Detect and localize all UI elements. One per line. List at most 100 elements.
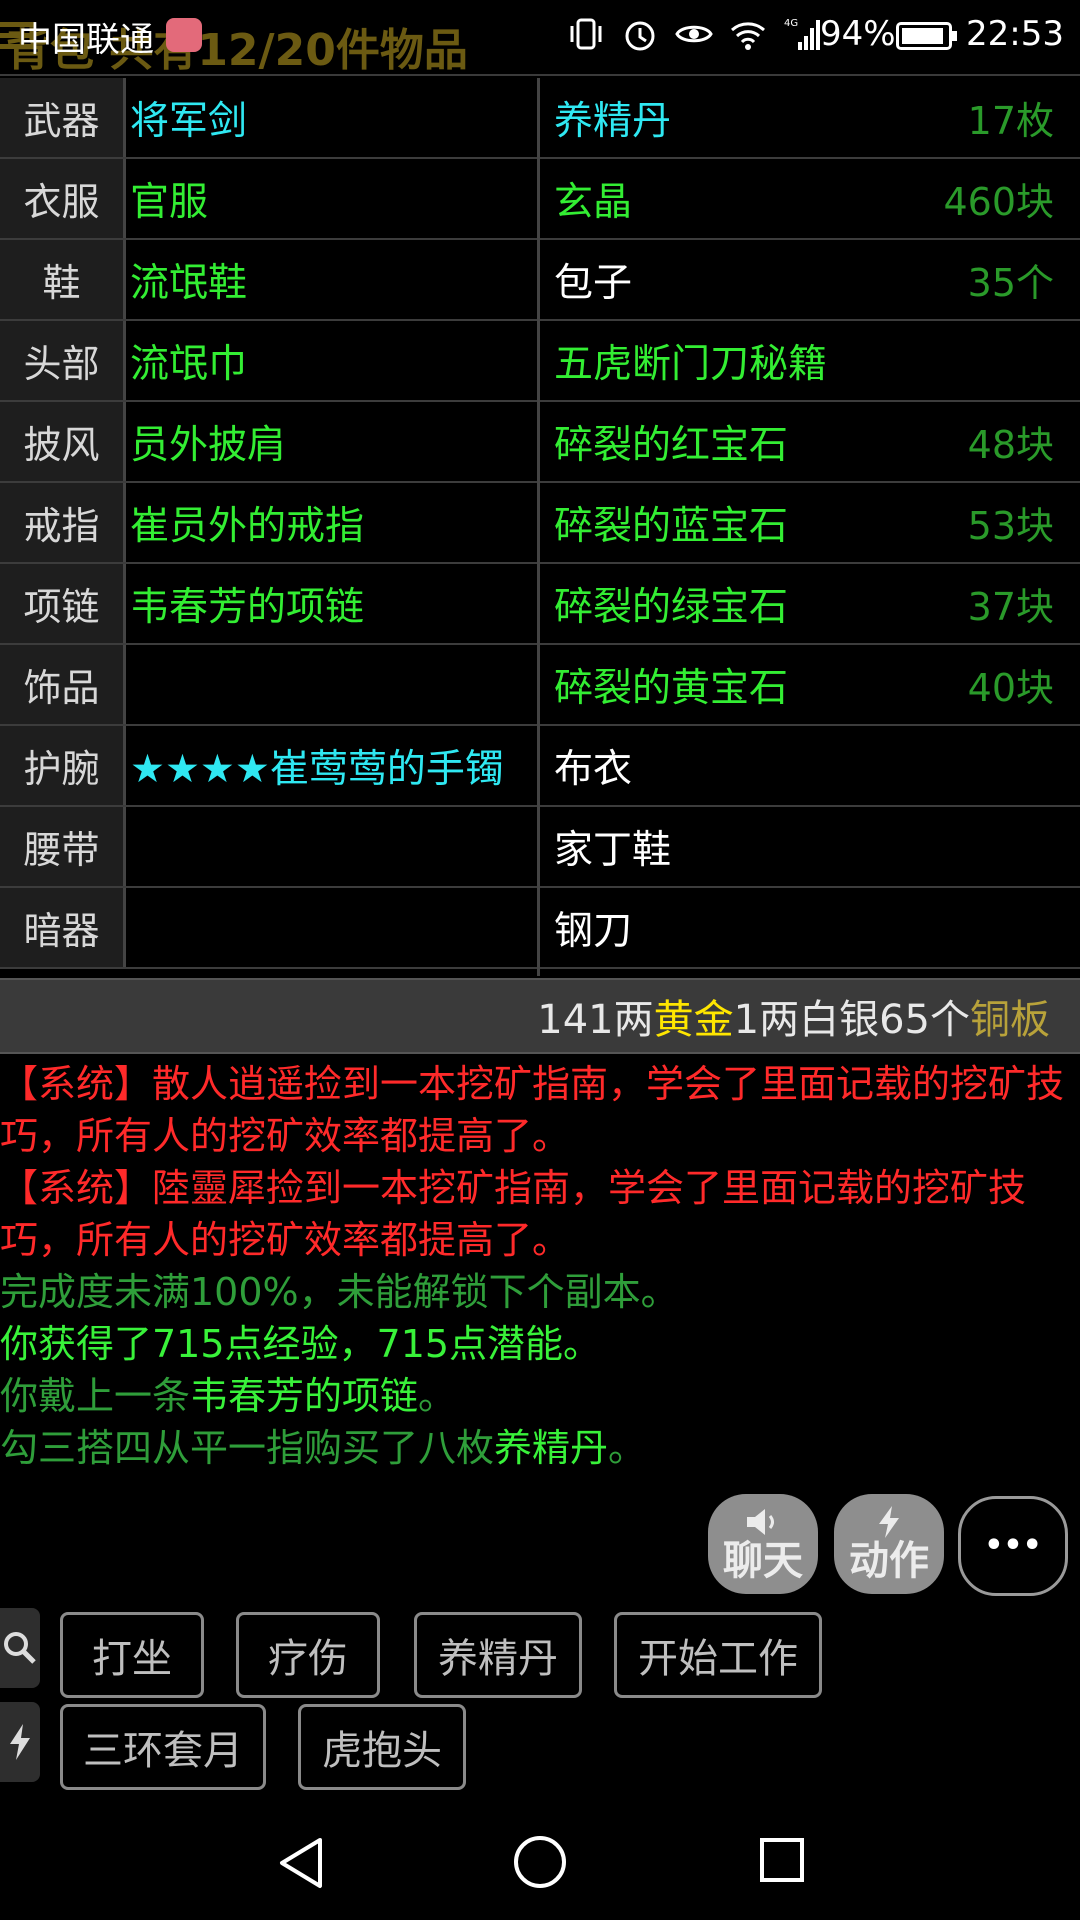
equipment-slot-label: 头部 — [0, 321, 126, 400]
equipment-row[interactable]: 武器 将军剑 — [0, 78, 538, 159]
gold-label: 黄金 — [653, 997, 734, 1043]
inventory-item-name: 碎裂的黄宝石 — [554, 665, 789, 711]
vibrate-icon — [570, 18, 602, 50]
more-button[interactable]: ••• — [958, 1496, 1068, 1596]
quick-button-skill-hubaotou[interactable]: 虎抱头 — [298, 1704, 466, 1790]
equipment-row[interactable]: 鞋流氓鞋 — [0, 240, 538, 321]
log-item-link[interactable]: 养精丹 — [494, 1426, 608, 1470]
equipment-item[interactable]: 员外披肩 — [126, 402, 538, 481]
inventory-item[interactable]: 包子 35个 — [540, 240, 1080, 321]
search-icon — [4, 1632, 36, 1664]
battery-fill — [902, 28, 944, 44]
inventory-item-name: 玄晶 — [554, 179, 633, 225]
equipment-item[interactable] — [126, 645, 538, 724]
equipment-row[interactable]: 项链 韦春芳的项链 — [0, 564, 538, 645]
status-icons: 4G — [566, 14, 822, 54]
equipment-item[interactable]: 流氓鞋 — [126, 240, 538, 319]
svg-text:4G: 4G — [784, 18, 798, 29]
inventory-item[interactable]: 家丁鞋 — [540, 807, 1080, 888]
search-tab[interactable] — [0, 1608, 40, 1688]
inventory-item-quantity: 35个 — [967, 261, 1054, 305]
inventory-item[interactable]: 碎裂的红宝石 48块 — [540, 402, 1080, 483]
equipment-item[interactable] — [126, 807, 538, 886]
equipment-item[interactable]: 韦春芳的项链 — [126, 564, 538, 643]
log-item-link[interactable]: 韦春芳的项链 — [190, 1374, 418, 1418]
message-log: 【系统】散人逍遥捡到一本挖矿指南，学会了里面记载的挖矿技巧，所有人的挖矿效率都提… — [0, 1058, 1080, 1474]
equipment-row[interactable]: 头部 流氓巾 — [0, 321, 538, 402]
equipment-item[interactable]: 崔员外的戒指 — [126, 483, 538, 562]
equipment-row[interactable]: 戒指 崔员外的戒指 — [0, 483, 538, 564]
inventory-item[interactable]: 养精丹 17枚 — [540, 78, 1080, 159]
copper-amount: 65个 — [879, 997, 970, 1043]
equipment-table: 武器 将军剑 衣服 官服鞋流氓鞋 头部 流氓巾 披风 员外披肩 戒指 崔员外的戒指 项链 韦春芳的项链… — [0, 78, 538, 969]
home-icon[interactable] — [514, 1836, 566, 1888]
inventory-item-quantity: 40块 — [967, 666, 1054, 710]
equipment-item[interactable]: 流氓巾 — [126, 321, 538, 400]
4g-signal-icon: 4G — [784, 18, 820, 50]
back-icon[interactable] — [276, 1836, 326, 1890]
equipment-slot-label: 衣服 — [0, 159, 126, 238]
app-notification-icon — [166, 18, 202, 52]
equipment-slot-label: 饰品 — [0, 645, 126, 724]
inventory-item-name: 布衣 — [554, 746, 633, 792]
equipment-row[interactable]: 暗器 — [0, 888, 538, 969]
inventory-item[interactable]: 碎裂的蓝宝石 53块 — [540, 483, 1080, 564]
inventory-item-name: 钢刀 — [554, 908, 633, 954]
equipment-item[interactable]: ★★★★崔莺莺的手镯 — [126, 726, 538, 805]
equipment-item[interactable]: 官服 — [126, 159, 538, 238]
equipment-row[interactable]: 披风 员外披肩 — [0, 402, 538, 483]
quick-button-pill[interactable]: 养精丹 — [414, 1612, 582, 1698]
battery-percent: 94% — [820, 14, 896, 54]
system-message: 【系统】陸靈犀捡到一本挖矿指南，学会了里面记载的挖矿技巧，所有人的挖矿效率都提高… — [0, 1166, 1027, 1262]
equipment-row[interactable]: 腰带 — [0, 807, 538, 888]
log-message: 勾三搭四从平一指购买了八枚养精丹。 — [0, 1422, 1080, 1474]
log-text: 你戴上一条 — [0, 1374, 191, 1418]
inventory-item-name: 碎裂的绿宝石 — [554, 584, 789, 630]
inventory-item-name: 碎裂的红宝石 — [554, 422, 789, 468]
equipment-row[interactable]: 衣服 官服 — [0, 159, 538, 240]
log-text: 勾三搭四从平一指购买了八枚 — [0, 1426, 495, 1470]
inventory-item-quantity: 48块 — [967, 423, 1054, 467]
gold-amount: 141两 — [537, 997, 654, 1043]
inventory-item[interactable]: 钢刀 — [540, 888, 1080, 969]
inventory-item[interactable]: 碎裂的绿宝石 37块 — [540, 564, 1080, 645]
recent-apps-icon[interactable] — [760, 1838, 804, 1882]
equipment-slot-label: 暗器 — [0, 888, 126, 967]
skill-tab[interactable] — [0, 1702, 40, 1782]
battery-icon — [896, 22, 957, 50]
equipment-slot-label: 戒指 — [0, 483, 126, 562]
inventory-item-quantity: 17枚 — [967, 99, 1054, 143]
inventory-item[interactable]: 五虎断门刀秘籍 — [540, 321, 1080, 402]
equipment-slot-label: 鞋 — [0, 240, 126, 319]
money-bar: 141两 黄金 1两白银 65个 铜板 — [0, 978, 1080, 1054]
inventory-item-name: 家丁鞋 — [554, 827, 672, 873]
eye-icon — [675, 25, 713, 43]
quick-button-start-work[interactable]: 开始工作 — [614, 1612, 822, 1698]
equipment-slot-label: 护腕 — [0, 726, 126, 805]
equipment-row[interactable]: 饰品 — [0, 645, 538, 726]
quick-button-meditate[interactable]: 打坐 — [60, 1612, 204, 1698]
inventory-item[interactable]: 布衣 — [540, 726, 1080, 807]
divider — [0, 74, 1080, 76]
speaker-icon — [747, 1509, 774, 1535]
status-bar: 背包 共有12/20件物品 中国联通 4G 94% 22:53 — [0, 0, 1080, 76]
equipment-item[interactable]: 将军剑 — [126, 78, 538, 157]
equipment-slot-label: 项链 — [0, 564, 126, 643]
equipment-slot-label: 武器 — [0, 78, 126, 157]
equipment-row[interactable]: 护腕 ★★★★崔莺莺的手镯 — [0, 726, 538, 807]
inventory-item-name: 包子 — [554, 260, 633, 306]
equipment-item[interactable] — [126, 888, 538, 967]
lightning-icon — [10, 1724, 30, 1760]
inventory-item[interactable]: 碎裂的黄宝石 40块 — [540, 645, 1080, 726]
chat-button[interactable]: 聊天 — [708, 1494, 818, 1594]
log-text: 。 — [608, 1426, 647, 1470]
alarm-icon — [625, 21, 655, 51]
inventory-item-quantity: 460块 — [943, 180, 1054, 224]
action-button[interactable]: 动作 — [834, 1494, 944, 1594]
inventory-list: 养精丹 17枚玄晶 460块包子 35个五虎断门刀秘籍碎裂的红宝石 48块碎裂的蓝宝石 5… — [540, 78, 1080, 969]
clock: 22:53 — [966, 14, 1064, 54]
quick-button-heal[interactable]: 疗伤 — [236, 1612, 380, 1698]
chat-label: 聊天 — [723, 1538, 803, 1584]
inventory-item[interactable]: 玄晶 460块 — [540, 159, 1080, 240]
quick-button-skill-sanhuan[interactable]: 三环套月 — [60, 1704, 266, 1790]
